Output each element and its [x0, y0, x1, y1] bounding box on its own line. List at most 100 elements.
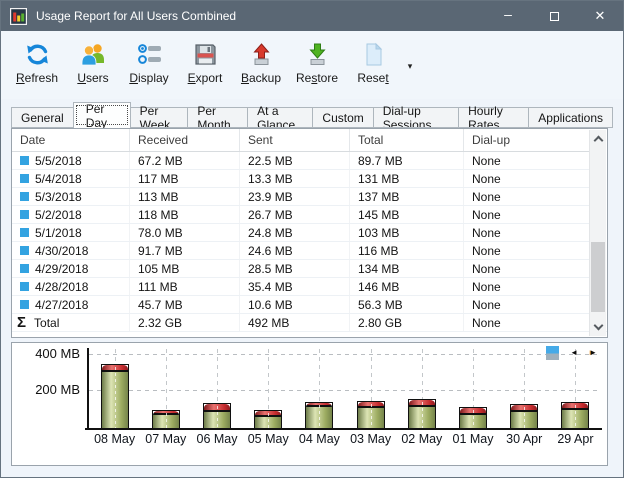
- tab-per-week[interactable]: Per Week: [130, 107, 189, 128]
- table-row[interactable]: 4/27/201845.7 MB10.6 MB56.3 MBNone: [12, 296, 589, 314]
- column-header-date[interactable]: Date: [12, 129, 130, 151]
- toolbar-label-backup: Backup: [241, 71, 281, 85]
- chart-scroll-right-arrow[interactable]: ►: [589, 348, 597, 358]
- x-axis-line: [85, 428, 602, 430]
- cell-dialup: None: [464, 242, 589, 259]
- minimize-button[interactable]: –: [485, 1, 531, 31]
- toolbar-button-display[interactable]: Display: [121, 37, 177, 95]
- cell-sent: 24.8 MB: [240, 224, 350, 241]
- cell-total: 89.7 MB: [350, 152, 464, 169]
- chart-x-label: 02 May: [396, 432, 447, 446]
- usage-bar-04-may: [305, 402, 333, 428]
- cell-received: 105 MB: [130, 260, 240, 277]
- tab-general[interactable]: General: [11, 107, 74, 128]
- toolbar-label-users: Users: [77, 71, 108, 85]
- cell-received: 113 MB: [130, 188, 240, 205]
- cell-received: 91.7 MB: [130, 242, 240, 259]
- scrollbar-thumb[interactable]: [591, 242, 605, 312]
- table-row[interactable]: 5/5/201867.2 MB22.5 MB89.7 MBNone: [12, 152, 589, 170]
- maximize-icon: [550, 12, 559, 21]
- column-header-received[interactable]: Received: [130, 129, 240, 151]
- tab-per-month[interactable]: Per Month: [187, 107, 248, 128]
- chart-x-label: 04 May: [294, 432, 345, 446]
- column-header-total[interactable]: Total: [350, 129, 464, 151]
- received-segment: [409, 407, 435, 428]
- chart-slot: [294, 349, 345, 428]
- table-body: 5/5/201867.2 MB22.5 MB89.7 MBNone5/4/201…: [12, 152, 589, 314]
- toolbar-dropdown-button[interactable]: ▾: [401, 37, 419, 95]
- cell-dialup: None: [464, 278, 589, 295]
- usage-table-panel: Date Received Sent Total Dial-up 5/5/201…: [11, 128, 608, 338]
- total-row-label: Total: [34, 316, 59, 330]
- cell-received: 111 MB: [130, 278, 240, 295]
- scrollbar-up-button[interactable]: [590, 130, 606, 147]
- cell-dialup: None: [464, 260, 589, 277]
- tab-hourly-rates[interactable]: Hourly Rates: [458, 107, 529, 128]
- usage-chart-panel: 400 MB 200 MB 08 May07 May06 May05 May04…: [11, 342, 608, 466]
- cell-total: 134 MB: [350, 260, 464, 277]
- table-row[interactable]: 5/4/2018117 MB13.3 MB131 MBNone: [12, 170, 589, 188]
- toolbar-label-reset: Reset: [357, 71, 388, 85]
- chart-scroll-thumb[interactable]: [546, 346, 559, 360]
- green-down-arrow-icon: [304, 41, 331, 68]
- table-row[interactable]: 4/29/2018105 MB28.5 MB134 MBNone: [12, 260, 589, 278]
- date-marker-icon: [20, 174, 29, 183]
- toolbar-button-users[interactable]: Users: [65, 37, 121, 95]
- toolbar-button-backup[interactable]: Backup: [233, 37, 289, 95]
- received-segment: [460, 415, 486, 428]
- sent-segment: [102, 365, 128, 372]
- sigma-icon: Σ: [17, 314, 26, 331]
- tab-custom[interactable]: Custom: [312, 107, 373, 128]
- scrollbar-down-button[interactable]: [590, 319, 606, 336]
- usage-bar-08-may: [101, 364, 129, 428]
- date-marker-icon: [20, 156, 29, 165]
- table-row[interactable]: 5/3/2018113 MB23.9 MB137 MBNone: [12, 188, 589, 206]
- table-row[interactable]: 4/30/201891.7 MB24.6 MB116 MBNone: [12, 242, 589, 260]
- red-up-arrow-icon: [248, 41, 275, 68]
- column-header-dialup[interactable]: Dial-up: [464, 129, 589, 151]
- table-row[interactable]: 5/1/201878.0 MB24.8 MB103 MBNone: [12, 224, 589, 242]
- chart-slot: [499, 349, 550, 428]
- received-segment: [153, 415, 179, 428]
- tab-at-a-glance[interactable]: At a Glance: [247, 107, 313, 128]
- usage-bar-06-may: [203, 403, 231, 428]
- chart-slot: [345, 349, 396, 428]
- close-button[interactable]: ✕: [577, 1, 623, 31]
- maximize-button[interactable]: [531, 1, 577, 31]
- cell-sent: 26.7 MB: [240, 206, 350, 223]
- usage-report-window: Usage Report for All Users Combined – ✕ …: [0, 0, 624, 478]
- close-icon: ✕: [595, 8, 606, 24]
- date-marker-icon: [20, 210, 29, 219]
- chart-scroller: ◄ ►: [546, 346, 597, 360]
- chart-slot: [396, 349, 447, 428]
- cell-total: 145 MB: [350, 206, 464, 223]
- table-row[interactable]: 5/2/2018118 MB26.7 MB145 MBNone: [12, 206, 589, 224]
- toolbar-button-reset[interactable]: Reset: [345, 37, 401, 95]
- cell-received: 118 MB: [130, 206, 240, 223]
- toolbar-button-export[interactable]: Export: [177, 37, 233, 95]
- cell-date: 5/3/2018: [35, 190, 82, 204]
- table-total-row[interactable]: ΣTotal 2.32 GB 492 MB 2.80 GB None: [12, 314, 607, 332]
- cell-total: 116 MB: [350, 242, 464, 259]
- toolbar-button-restore[interactable]: Restore: [289, 37, 345, 95]
- sent-segment: [460, 408, 486, 415]
- tab-dial-up-sessions[interactable]: Dial-up Sessions: [373, 107, 459, 128]
- chart-scroll-left-arrow[interactable]: ◄: [570, 348, 578, 358]
- tab-applications[interactable]: Applications: [528, 107, 613, 128]
- table-row[interactable]: 4/28/2018111 MB35.4 MB146 MBNone: [12, 278, 589, 296]
- usage-bar-30-apr: [510, 404, 538, 428]
- titlebar[interactable]: Usage Report for All Users Combined – ✕: [1, 1, 623, 31]
- toolbar-button-refresh[interactable]: Refresh: [9, 37, 65, 95]
- cell-date: 4/27/2018: [35, 298, 88, 312]
- table-scrollbar[interactable]: [589, 130, 606, 336]
- usage-bar-01-may: [459, 407, 487, 428]
- cell-date: 5/2/2018: [35, 208, 82, 222]
- chart-slot: [191, 349, 242, 428]
- tab-per-day[interactable]: Per Day: [73, 102, 131, 128]
- chevron-up-icon: [593, 136, 603, 146]
- column-header-sent[interactable]: Sent: [240, 129, 350, 151]
- chart-x-label: 29 Apr: [550, 432, 601, 446]
- table-header: Date Received Sent Total Dial-up: [12, 129, 589, 152]
- cell-date: 4/28/2018: [35, 280, 88, 294]
- chart-x-labels: 08 May07 May06 May05 May04 May03 May02 M…: [89, 432, 601, 446]
